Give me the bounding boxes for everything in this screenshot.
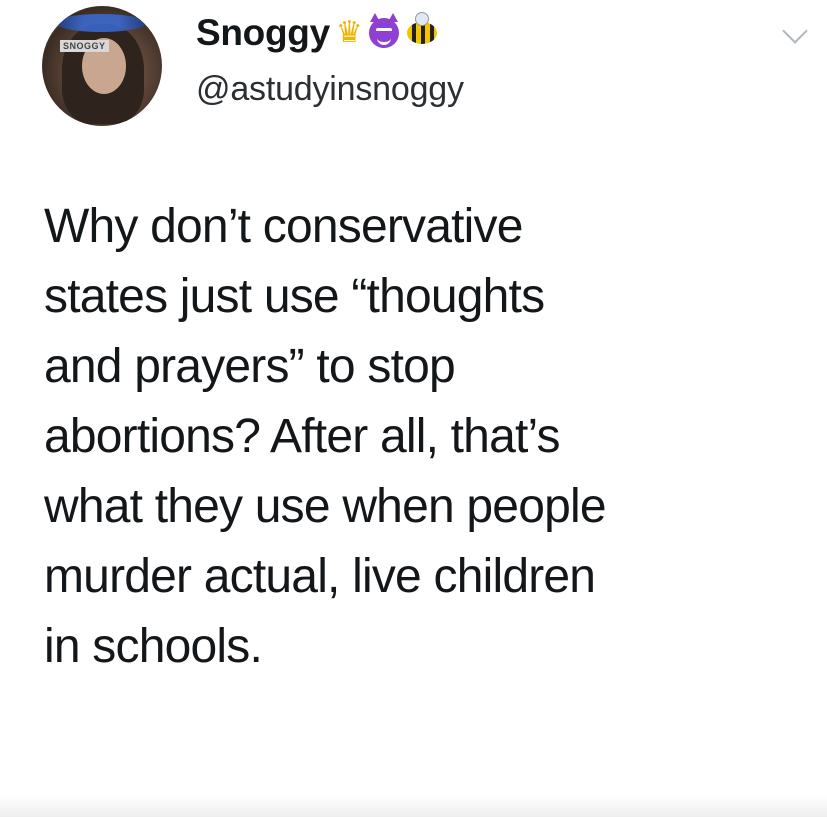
chevron-down-icon[interactable]: [782, 18, 808, 44]
author-name-row: Snoggy ♛: [196, 12, 437, 54]
tweet-line: and prayers” to stop: [44, 340, 456, 393]
crown-emoji-icon: ♛: [335, 16, 363, 49]
flower-crown: [56, 14, 146, 32]
user-handle[interactable]: @astudyinsnoggy: [196, 70, 464, 109]
tweet-line: states just use “thoughts: [44, 270, 545, 323]
tweet-line: Why don’t conservative: [44, 200, 523, 253]
avatar[interactable]: SNOGGY: [42, 6, 162, 126]
tweet-line: in schools.: [44, 620, 263, 673]
tweet-text: Why don’t conservative states just use “…: [44, 192, 814, 682]
bee-emoji-icon: [406, 12, 437, 44]
tweet-line: murder actual, live children: [44, 550, 596, 603]
bottom-divider: [0, 795, 827, 817]
tweet-line: abortions? After all, that’s: [44, 410, 561, 463]
display-name[interactable]: Snoggy: [196, 12, 330, 54]
smiling-devil-emoji-icon: [368, 13, 399, 48]
devil-eyes: [375, 28, 392, 35]
tweet-line: what they use when people: [44, 480, 607, 533]
devil-mouth: [376, 36, 391, 45]
avatar-tag: SNOGGY: [60, 40, 109, 52]
tweet-card: SNOGGY Snoggy ♛ @astudyinsnoggy Why don’…: [0, 0, 827, 817]
